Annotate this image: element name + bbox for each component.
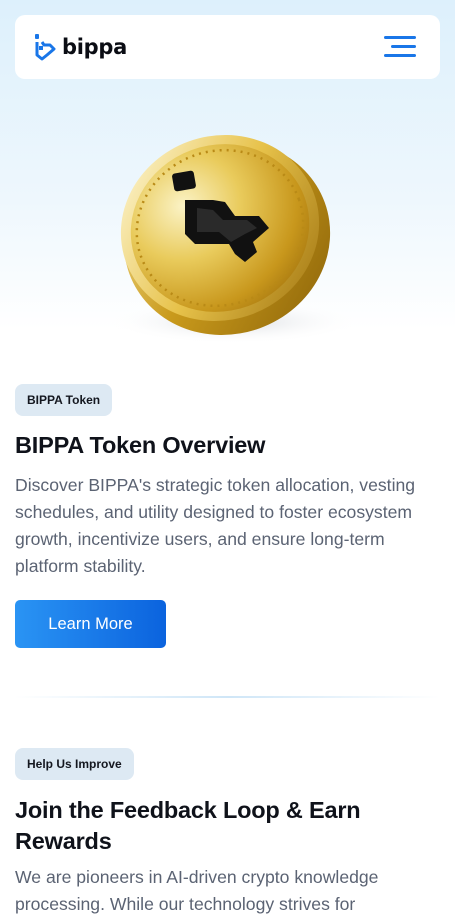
section-divider xyxy=(15,696,440,698)
brand-name: bippa xyxy=(62,35,127,59)
learn-more-button[interactable]: Learn More xyxy=(15,600,166,648)
hamburger-menu-icon[interactable] xyxy=(384,35,416,59)
token-overview-section: BIPPA Token xyxy=(15,384,440,416)
hero-coin-image xyxy=(95,120,365,350)
section-badge: BIPPA Token xyxy=(15,384,113,416)
feedback-section: Help Us Improve xyxy=(15,748,440,780)
brand-logo[interactable]: bippa xyxy=(34,33,127,61)
feedback-title: Join the Feedback Loop & Earn Rewards xyxy=(15,797,361,854)
token-overview-description: Discover BIPPA's strategic token allocat… xyxy=(15,475,416,576)
token-overview-title: BIPPA Token Overview xyxy=(15,432,266,458)
section-badge: Help Us Improve xyxy=(15,748,134,780)
bippa-logo-icon xyxy=(34,33,56,61)
learn-more-container: Learn More xyxy=(15,600,440,648)
feedback-description: We are pioneers in AI-driven crypto know… xyxy=(15,867,379,914)
top-nav-bar: bippa xyxy=(15,15,440,79)
